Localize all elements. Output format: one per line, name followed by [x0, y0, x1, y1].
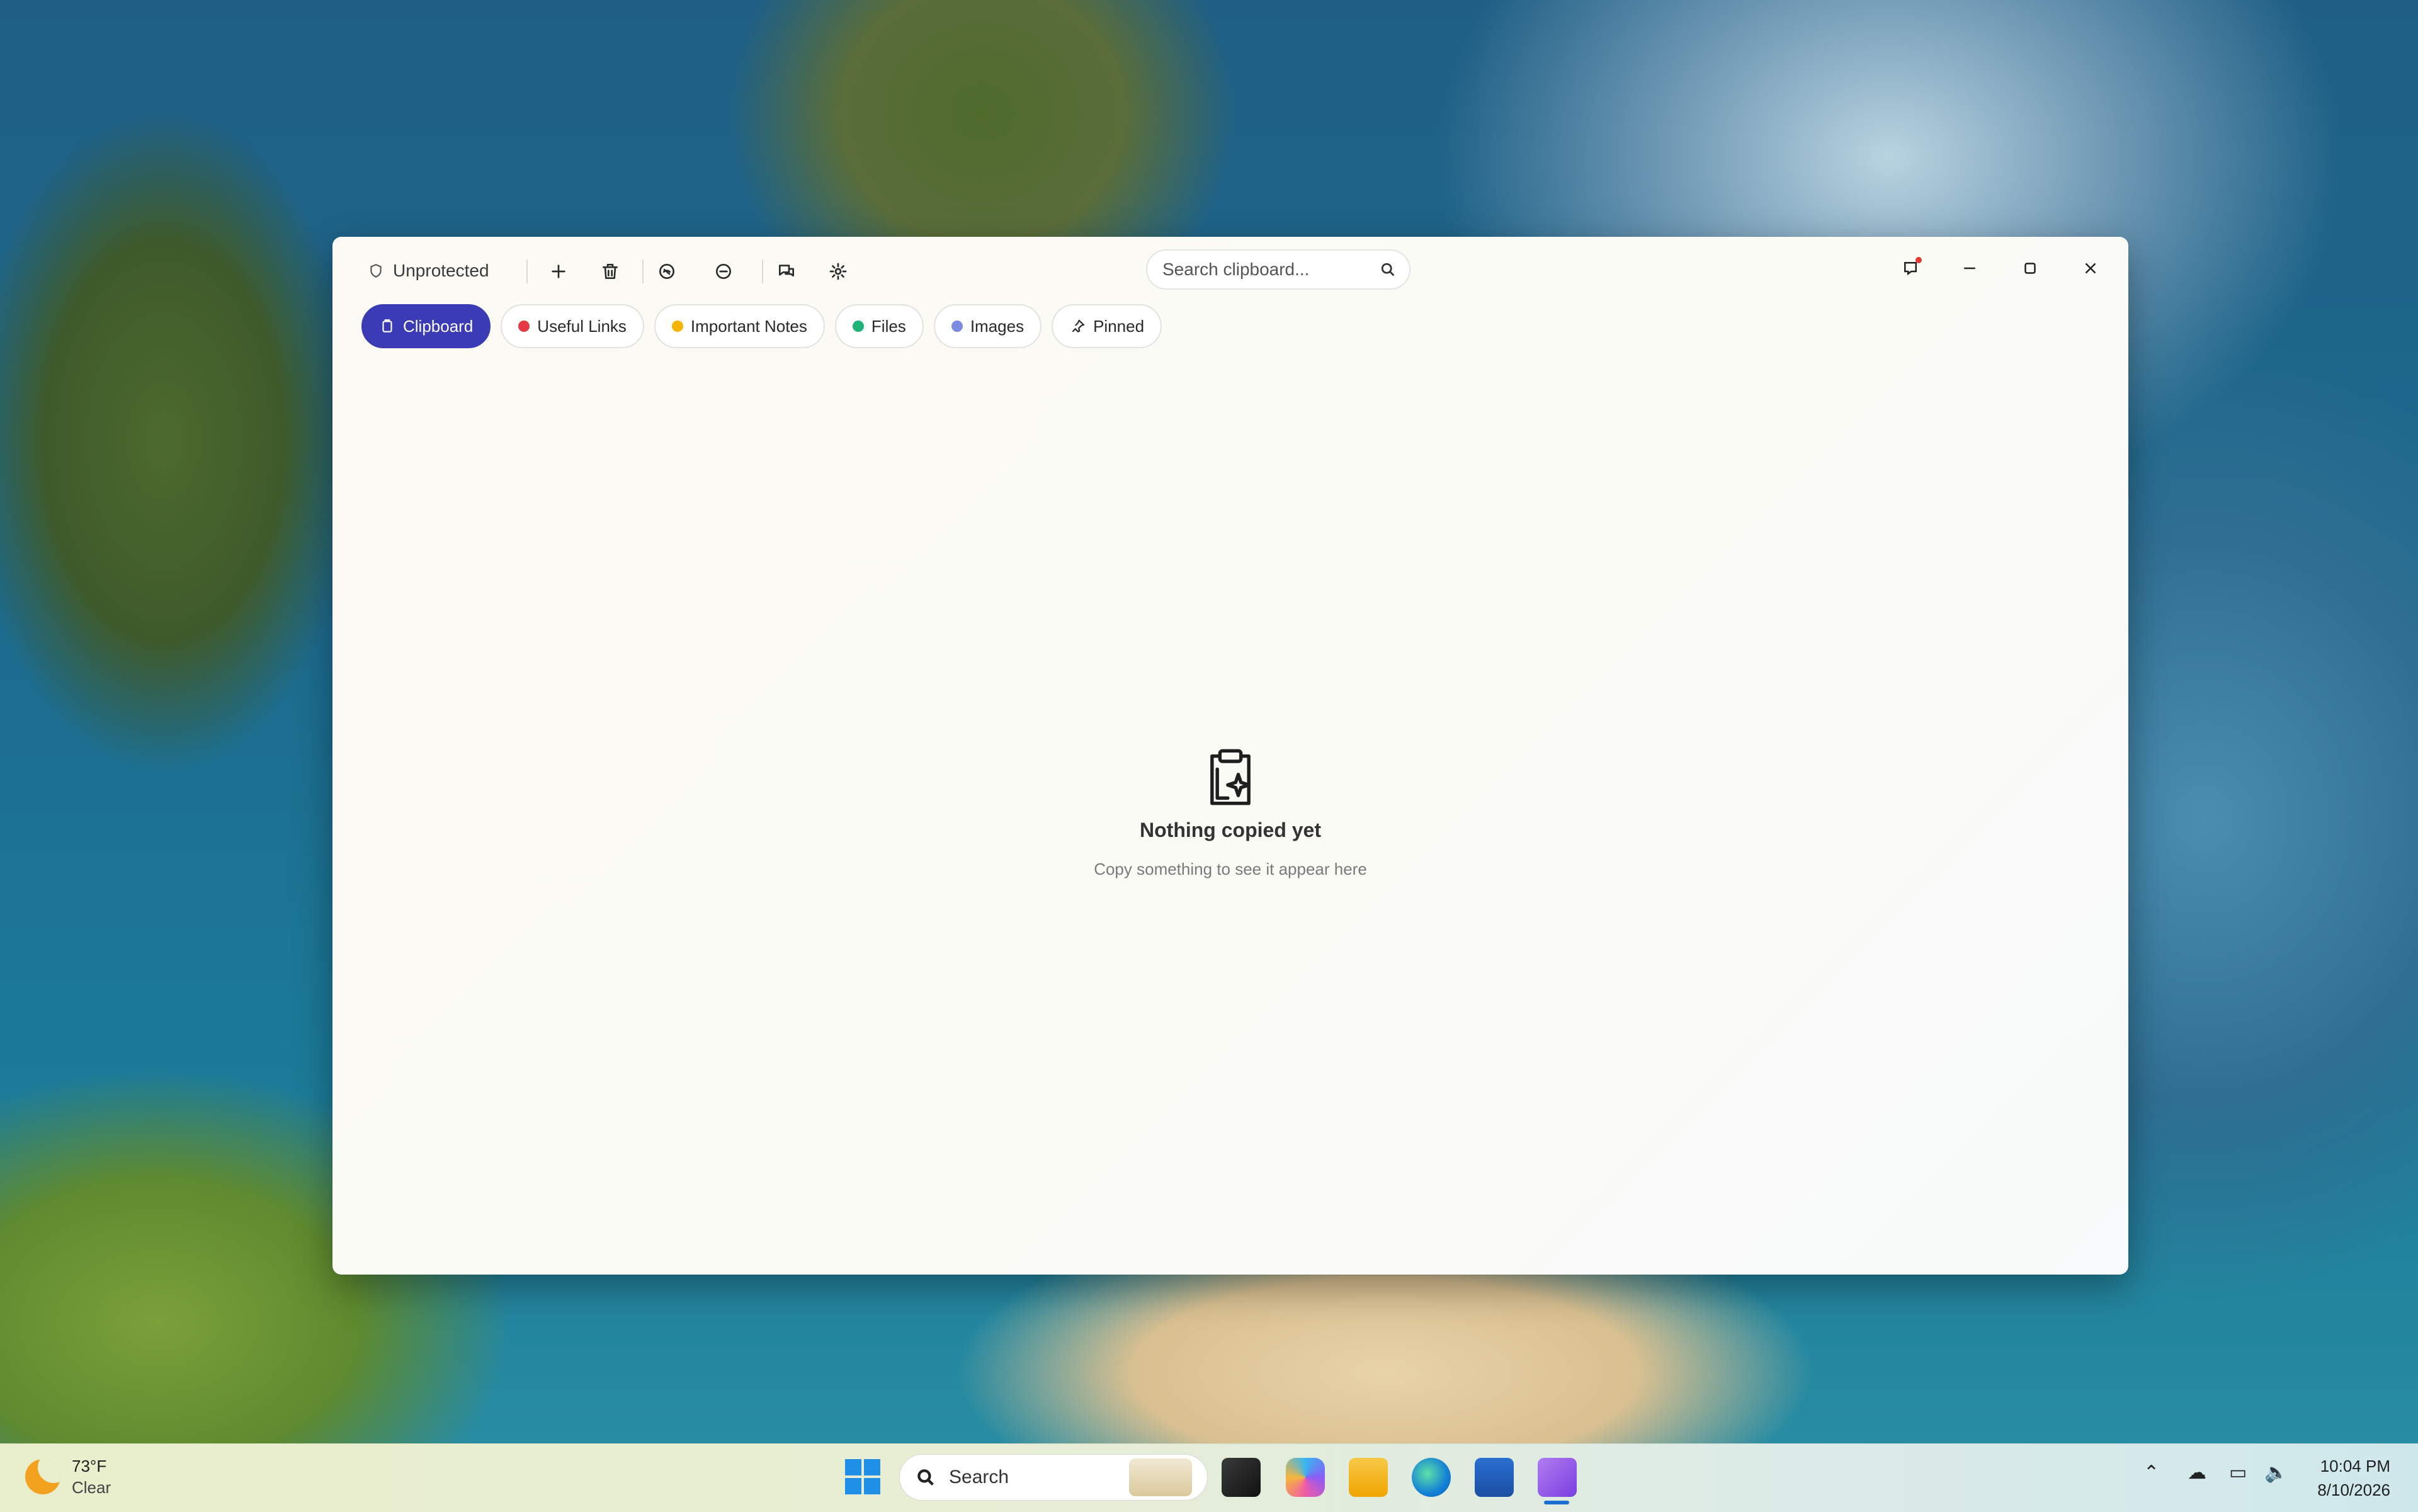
search-highlight-image [1129, 1458, 1192, 1496]
tab-label: Important Notes [690, 316, 807, 336]
tab-label: Pinned [1093, 316, 1145, 336]
settings-button[interactable] [822, 256, 854, 287]
store-icon[interactable] [1475, 1458, 1514, 1497]
color-dot [852, 321, 864, 332]
moon-icon [25, 1459, 60, 1494]
search-icon[interactable] [1379, 261, 1397, 278]
volume-icon[interactable]: 🔈 [2264, 1462, 2288, 1484]
clear-button[interactable] [651, 256, 683, 287]
search-icon [917, 1469, 934, 1486]
empty-state-title: Nothing copied yet [1140, 819, 1321, 841]
cloud-offline-icon[interactable]: ☁ [2188, 1462, 2206, 1484]
protection-status[interactable]: Unprotected [368, 258, 489, 283]
protection-status-label: Unprotected [393, 261, 489, 280]
search-input[interactable] [1161, 259, 1379, 280]
minimize-icon [1964, 267, 1975, 270]
tab-label: Images [970, 316, 1025, 336]
tab-clipboard[interactable]: Clipboard [361, 304, 491, 348]
tab-important-notes[interactable]: Important Notes [654, 304, 825, 348]
plus-icon [552, 264, 565, 278]
tab-images[interactable]: Images [933, 304, 1042, 348]
tab-pinned[interactable]: Pinned [1052, 304, 1162, 348]
minus-circle-icon [716, 264, 731, 279]
tab-label: Clipboard [403, 316, 474, 336]
taskbar-search[interactable]: Search [899, 1454, 1208, 1501]
chevron-up-icon[interactable]: ⌃ [2143, 1462, 2159, 1484]
toolbar-divider [762, 259, 763, 283]
delete-button[interactable] [594, 256, 626, 287]
clear-icon [659, 264, 674, 279]
shield-icon [370, 264, 382, 278]
system-clock[interactable]: 10:04 PM 8/10/2026 [2317, 1454, 2390, 1502]
chat-icon [779, 264, 794, 276]
close-button[interactable] [2072, 249, 2109, 287]
close-icon [2085, 263, 2096, 274]
taskbar: 73°F Clear Search ⌃ ☁ ▭ 🔈 10:04 PM 8/10/… [0, 1443, 2418, 1512]
chat-button[interactable] [771, 256, 802, 287]
toolbar-divider [642, 259, 644, 283]
windows-logo-icon [845, 1459, 861, 1475]
color-dot [518, 321, 530, 332]
taskbar-search-label: Search [949, 1467, 1009, 1487]
copilot-icon[interactable] [1286, 1458, 1325, 1497]
color-dot [951, 321, 963, 332]
empty-state-subtitle: Copy something to see it appear here [1094, 860, 1367, 878]
clipboard-app-window: Unprotected Search clipboard... Clipboar… [332, 237, 2128, 1275]
notification-badge [1916, 257, 1922, 263]
add-button[interactable] [543, 256, 574, 287]
file-explorer-icon[interactable] [1349, 1458, 1388, 1497]
remove-button[interactable] [708, 256, 739, 287]
clipboard-sparkle-icon [1199, 746, 1262, 809]
search-field[interactable] [1146, 249, 1410, 290]
edge-icon[interactable] [1412, 1458, 1451, 1497]
tab-files[interactable]: Files [834, 304, 924, 348]
trash-icon [603, 264, 618, 279]
weather-widget[interactable]: 73°F Clear [25, 1455, 111, 1498]
maximize-button[interactable] [2011, 249, 2049, 287]
tab-label: Files [871, 316, 906, 336]
empty-state: Nothing copied yet Copy something to see… [332, 746, 2128, 879]
clipboard-icon [382, 319, 392, 333]
start-button[interactable] [845, 1459, 880, 1494]
weather-temp: 73°F [72, 1457, 107, 1475]
clock-time: 10:04 PM [2320, 1457, 2390, 1475]
task-view-icon[interactable] [1222, 1458, 1261, 1497]
minimize-button[interactable] [1951, 249, 1989, 287]
toolbar: Unprotected [332, 237, 2128, 300]
tab-label: Useful Links [537, 316, 627, 336]
clock-date: 8/10/2026 [2317, 1481, 2390, 1499]
color-dot [671, 321, 683, 332]
weather-condition: Clear [72, 1478, 111, 1497]
active-app-indicator [1544, 1501, 1569, 1504]
pin-icon [1072, 319, 1085, 333]
notifications-button[interactable] [1892, 249, 1929, 287]
gear-icon [829, 263, 847, 280]
maximize-icon [2024, 263, 2036, 274]
tab-useful-links[interactable]: Useful Links [501, 304, 644, 348]
toolbar-divider [526, 259, 528, 283]
network-icon[interactable]: ▭ [2229, 1462, 2247, 1484]
category-tabs: Clipboard Useful Links Important Notes F… [361, 304, 1162, 349]
clipboard-app-taskbar-icon[interactable] [1538, 1458, 1577, 1497]
